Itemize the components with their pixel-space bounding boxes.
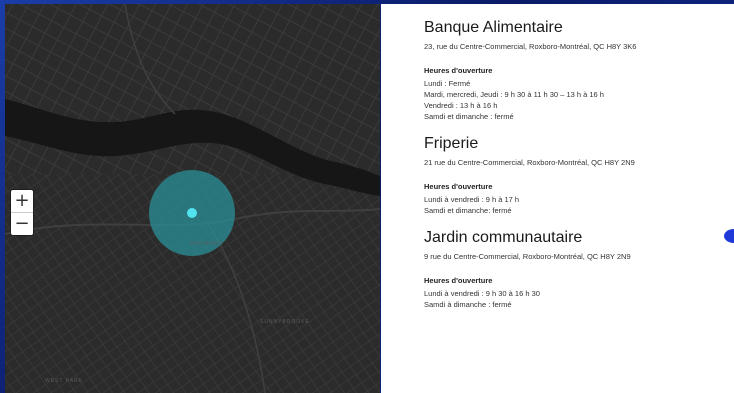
place-address: 9 rue du Centre-Commercial, Roxboro-Mont… <box>424 252 631 261</box>
zoom-in-button[interactable]: + <box>11 190 33 212</box>
hours-line: Samdi et dimanche: fermé <box>424 206 512 215</box>
place-friperie: Friperie 21 rue du Centre-Commercial, Ro… <box>424 134 734 216</box>
hours-line: Lundi à vendredi : 9 h à 17 h <box>424 195 520 204</box>
place-name: Jardin communautaire <box>424 229 583 246</box>
hours-line: Vendredi : 13 h à 16 h <box>424 101 498 110</box>
location-marker-dot[interactable] <box>187 208 197 218</box>
map-view[interactable]: ROXBORO SUNNYBROOKE WEST PARK + − <box>5 4 380 393</box>
place-banque-alimentaire: Banque Alimentaire 23, rue du Centre-Com… <box>424 18 734 122</box>
place-address: 23, rue du Centre-Commercial, Roxboro-Mo… <box>424 42 637 51</box>
map-label-west-park: WEST PARK <box>45 378 83 384</box>
zoom-control: + − <box>11 190 33 235</box>
hours-line: Samdi à dimanche : fermé <box>424 300 512 309</box>
place-name: Banque Alimentaire <box>424 19 563 36</box>
locations-panel: Banque Alimentaire 23, rue du Centre-Com… <box>381 4 734 393</box>
hours-line: Mardi, mercredi, Jeudi : 9 h 30 à 11 h 3… <box>424 90 604 99</box>
hours-line: Samdi et dimanche : fermé <box>424 112 514 121</box>
place-name: Friperie <box>424 135 479 152</box>
map-label-district: ROXBORO <box>191 241 224 247</box>
map-canvas[interactable] <box>5 4 380 393</box>
hours-title: Heures d'ouverture <box>424 182 493 191</box>
hours-title: Heures d'ouverture <box>424 276 493 285</box>
zoom-out-button[interactable]: − <box>11 212 33 235</box>
hours-line: Lundi à vendredi : 9 h 30 à 16 h 30 <box>424 289 540 298</box>
hours-line: Lundi : Fermé <box>424 79 471 88</box>
place-address: 21 rue du Centre-Commercial, Roxboro-Mon… <box>424 158 635 167</box>
hours-title: Heures d'ouverture <box>424 66 493 75</box>
map-label-sunnybrooke: SUNNYBROOKE <box>260 319 310 325</box>
place-jardin-communautaire: Jardin communautaire 9 rue du Centre-Com… <box>424 228 734 310</box>
